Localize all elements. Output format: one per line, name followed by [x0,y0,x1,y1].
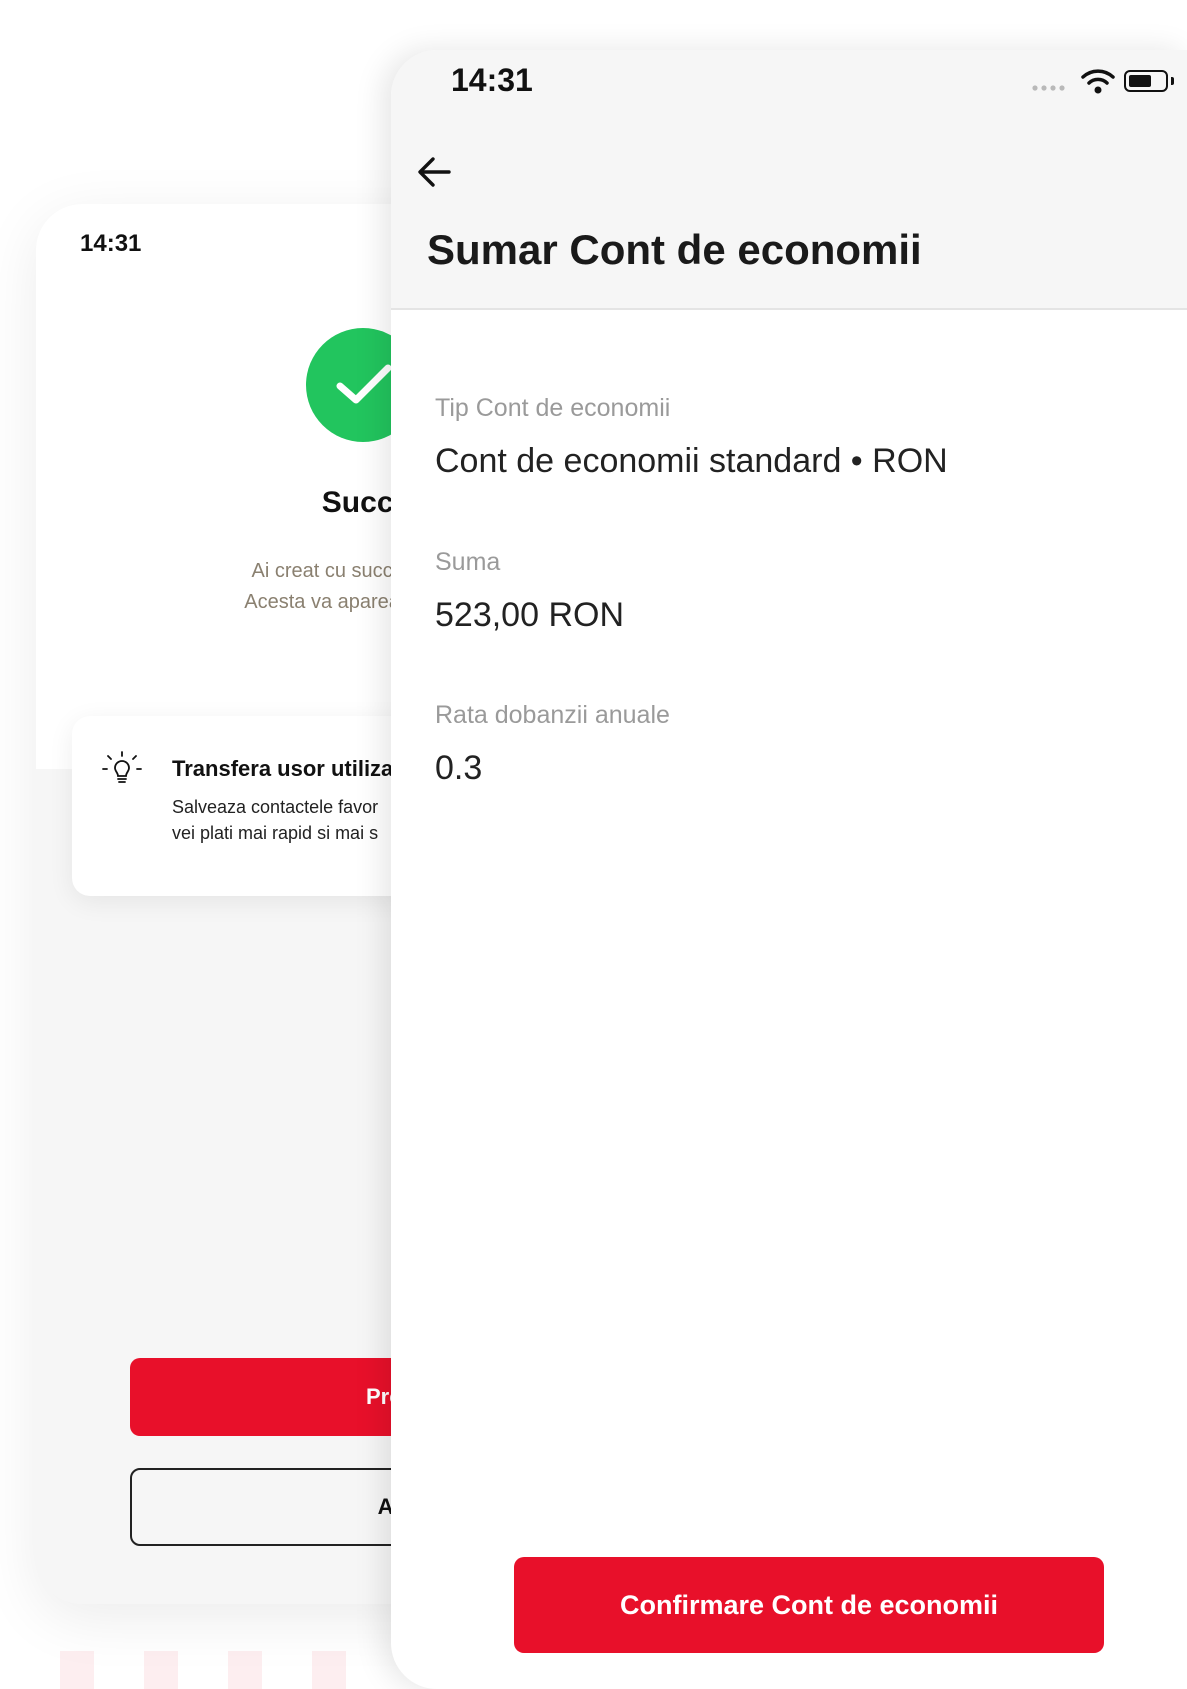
decorative-stripes [0,1649,420,1689]
amount-value: 523,00 RON [435,596,624,634]
header: 14:31 Sumar Cont de economii [391,50,1187,310]
tip-body: Salveaza contactele favor vei plati mai … [172,797,379,843]
summary-screen: 14:31 Sumar Cont de economii Tip Cont de… [391,50,1187,1689]
interest-rate-value: 0.3 [435,749,483,787]
page-title: Sumar Cont de economii [427,226,922,273]
account-type-label: Tip Cont de economii [435,394,671,422]
arrow-left-icon[interactable] [413,150,457,194]
tip-title: Transfera usor utiliza [172,756,394,781]
amount-label: Suma [435,548,501,576]
wifi-icon [1081,69,1115,94]
confirm-savings-account-button[interactable]: Confirmare Cont de economii [514,1557,1104,1653]
account-type-value: Cont de economii standard • RON [435,442,948,480]
status-time: 14:31 [80,230,142,257]
lightbulb-icon [100,748,144,797]
cellular-signal-icon [1032,85,1065,91]
battery-tip [1171,77,1174,85]
status-time: 14:31 [451,62,533,98]
battery-icon [1124,70,1168,92]
interest-rate-label: Rata dobanzii anuale [435,701,670,729]
